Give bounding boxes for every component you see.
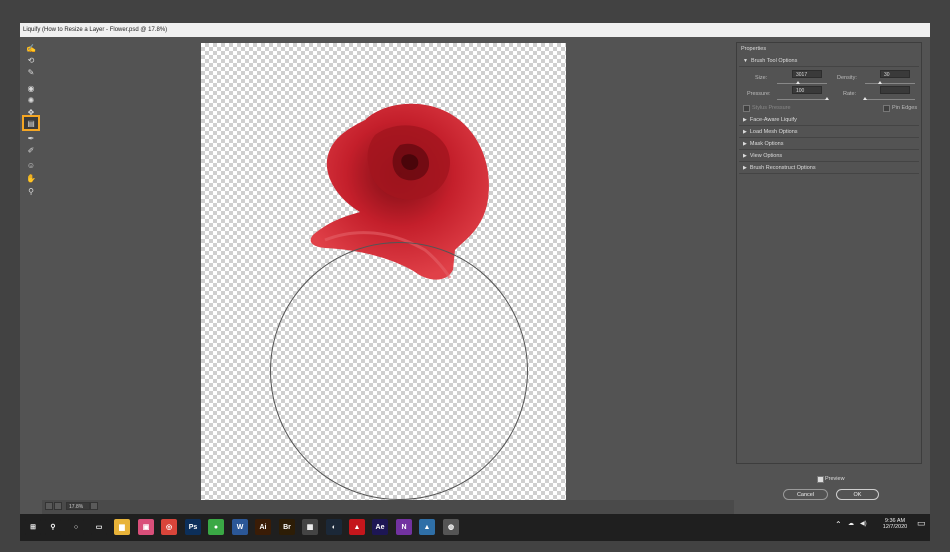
pressure-input[interactable]: 100 [792,86,822,94]
cancel-button[interactable]: Cancel [783,489,828,500]
density-label: Density: [837,75,857,81]
zoom-dropdown[interactable] [90,502,98,510]
chrome-icon[interactable]: ◎ [161,519,177,535]
cortana-icon[interactable]: ○ [68,519,84,535]
hand-icon[interactable]: ✋ [24,172,38,184]
pucker-icon[interactable]: ✺ [24,94,38,106]
search-icon[interactable]: ⚲ [45,519,61,535]
rate-input[interactable] [880,86,910,94]
density-slider[interactable] [865,83,915,84]
app-edge-icon[interactable]: ◍ [443,519,459,535]
twirl-icon[interactable]: ◉ [24,82,38,94]
app-landscape-icon[interactable]: ▲ [419,519,435,535]
tray-chevron-up-icon[interactable]: ⌃ [835,520,842,529]
windows-start-icon[interactable]: ⊞ [25,519,41,535]
face-tool-icon[interactable]: ☺ [24,159,38,171]
pin-edges-label: Pin Edges [892,105,918,111]
photoshop-icon[interactable]: Ps [185,519,201,535]
size-input[interactable]: 3017 [792,70,822,78]
push-left-icon[interactable]: ▤ [22,115,40,131]
properties-title: Properties [741,46,767,52]
section-load-mesh-options[interactable]: ▶ Load Mesh Options [739,127,919,138]
reconstruct-icon[interactable]: ⟲ [24,54,38,66]
file-explorer-icon[interactable]: ▆ [114,519,130,535]
section-brush-tool-options[interactable]: ▼ Brush Tool Options [739,56,919,67]
preview-checkbox[interactable] [817,476,824,483]
windows-taskbar: ⌃ ☁ ◀) 9:36 AM 12/7/2020 ▭ ⊞ ⚲ ○ ▭ ▆ ▣ ◎ Ps ● W Ai… [20,514,930,541]
stylus-pressure-label: Stylus Pressure [752,105,791,111]
rate-label: Rate: [843,91,857,97]
properties-panel: Properties ▼ Brush Tool Options Size: 301… [736,42,922,464]
status-bar: 17.8% [42,500,734,514]
thaw-mask-icon[interactable]: ✐ [24,144,38,156]
size-slider[interactable] [777,83,827,84]
brush-cursor [270,242,528,500]
stylus-pressure-checkbox[interactable] [743,105,750,112]
smooth-icon[interactable]: ✎ [24,66,38,78]
photos-icon[interactable]: ▣ [138,519,154,535]
window-title-bar: Liquify (How to Resize a Layer - Flower.… [20,23,930,37]
density-slider-thumb[interactable] [878,81,882,84]
preview-label: Preview [825,476,845,482]
task-view-icon[interactable]: ▭ [91,519,107,535]
zoom-icon[interactable]: ⚲ [24,185,38,197]
chevron-right-icon: ▶ [743,141,747,147]
section-face-aware-liquify[interactable]: ▶ Face-Aware Liquify [739,115,919,126]
volume-icon[interactable]: ◀) [860,520,867,527]
window-title: Liquify (How to Resize a Layer - Flower.… [23,27,168,33]
app-green-icon[interactable]: ● [208,519,224,535]
section-mask-options[interactable]: ▶ Mask Options [739,139,919,150]
chevron-right-icon: ▶ [743,129,747,135]
chevron-right-icon: ▶ [743,165,747,171]
notifications-icon[interactable]: ▭ [917,518,926,529]
section-view-options[interactable]: ▶ View Options [739,151,919,162]
size-label: Size: [755,75,768,81]
rate-slider-thumb[interactable] [863,97,867,100]
zoom-field[interactable]: 17.8% [66,502,90,510]
pressure-slider-thumb[interactable] [825,97,829,100]
after-effects-icon[interactable]: Ae [372,519,388,535]
forward-warp-icon[interactable]: ✍ [24,42,38,54]
zoom-out-button[interactable] [45,502,53,510]
word-icon[interactable]: W [232,519,248,535]
illustrator-icon[interactable]: Ai [255,519,271,535]
steam-icon[interactable]: ◐ [326,519,342,535]
onenote-icon[interactable]: N [396,519,412,535]
pin-edges-checkbox[interactable] [883,105,890,112]
rate-slider[interactable] [865,99,915,100]
chevron-right-icon: ▶ [743,153,747,159]
network-icon[interactable]: ☁ [848,520,854,527]
density-input[interactable]: 30 [880,70,910,78]
chevron-right-icon: ▶ [743,117,747,123]
tool-panel: ✍ ⟲ ✎ ◉ ✺ ✥ ▤ ✒ ✐ ☺ ✋ ⚲ [20,37,42,514]
pressure-slider[interactable] [777,99,827,100]
zoom-in-button[interactable] [54,502,62,510]
calculator-icon[interactable]: ▦ [302,519,318,535]
bridge-icon[interactable]: Br [279,519,295,535]
freeze-mask-icon[interactable]: ✒ [24,132,38,144]
pressure-label: Pressure: [747,91,771,97]
clock-date: 12/7/2020 [882,524,908,530]
chevron-down-icon: ▼ [743,58,748,64]
clock[interactable]: 9:36 AM 12/7/2020 [880,518,910,530]
size-slider-thumb[interactable] [796,81,800,84]
section-brush-reconstruct-options[interactable]: ▶ Brush Reconstruct Options [739,163,919,174]
acrobat-icon[interactable]: ▲ [349,519,365,535]
ok-button[interactable]: OK [836,489,879,500]
